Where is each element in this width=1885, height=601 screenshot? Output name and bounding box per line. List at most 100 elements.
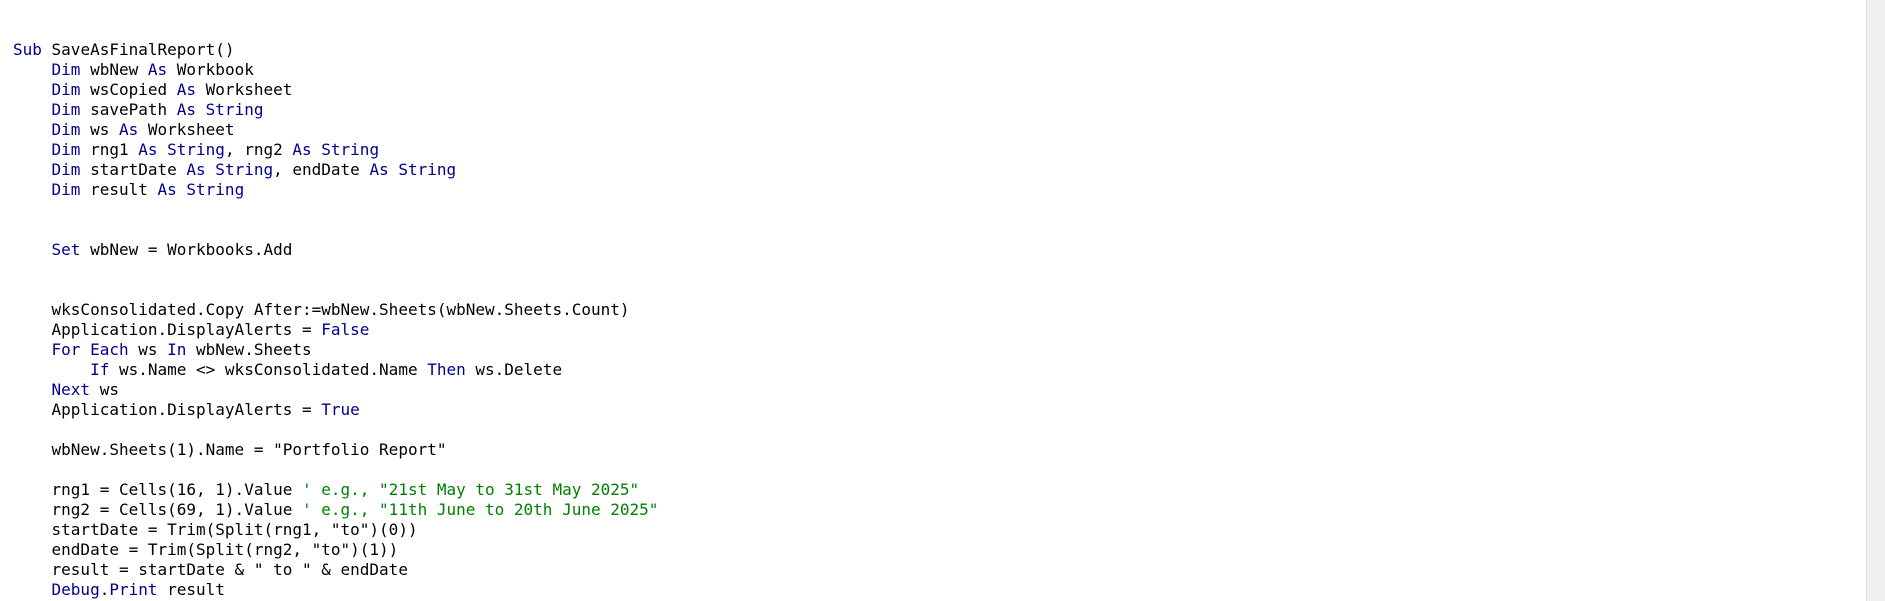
- code-line[interactable]: For Each ws In wbNew.Sheets: [13, 340, 658, 360]
- code-text-token: endDate = Trim(Split(rng2, "to")(1)): [13, 540, 399, 559]
- code-keyword: Set: [51, 240, 81, 259]
- code-line[interactable]: Set wbNew = Workbooks.Add: [13, 240, 658, 260]
- code-line[interactable]: Dim wsCopied As Worksheet: [13, 80, 658, 100]
- code-line[interactable]: [13, 200, 658, 220]
- code-text-token: , rng2: [224, 140, 293, 159]
- code-line[interactable]: Application.DisplayAlerts = True: [13, 400, 658, 420]
- code-line[interactable]: Next ws: [13, 380, 658, 400]
- code-text-token: , endDate: [273, 160, 370, 179]
- code-line[interactable]: Sub SaveAsFinalReport(): [13, 40, 658, 60]
- code-line[interactable]: [13, 420, 658, 440]
- code-text-token: startDate = Trim(Split(rng1, "to")(0)): [13, 520, 418, 539]
- code-line[interactable]: wksConsolidated.Copy After:=wbNew.Sheets…: [13, 300, 658, 320]
- code-text-token: rng2 = Cells(69, 1).Value: [13, 500, 302, 519]
- code-text-token: ws.Delete: [465, 360, 563, 379]
- code-keyword: True: [321, 400, 360, 419]
- code-text-token: rng1: [80, 140, 139, 159]
- code-text-token: ws: [128, 340, 168, 359]
- code-text-token: ws: [90, 380, 119, 399]
- code-keyword: As String: [176, 100, 264, 119]
- code-keyword: Dim: [51, 160, 81, 179]
- code-keyword: Next: [51, 380, 91, 399]
- code-text-token: result: [157, 580, 225, 599]
- code-keyword: As: [147, 60, 168, 79]
- code-line[interactable]: Dim ws As Worksheet: [13, 120, 658, 140]
- code-editor[interactable]: Sub SaveAsFinalReport() Dim wbNew As Wor…: [0, 0, 1866, 601]
- code-keyword: As String: [369, 160, 457, 179]
- code-line[interactable]: result = startDate & " to " & endDate: [13, 560, 658, 580]
- code-text-token: result = startDate & " to " & endDate: [13, 560, 408, 579]
- code-keyword: If: [90, 360, 110, 379]
- code-text-token: Application.DisplayAlerts =: [13, 400, 322, 419]
- code-line[interactable]: [13, 260, 658, 280]
- code-text-token: wbNew.Sheets(1).Name = "Portfolio Report…: [13, 440, 447, 459]
- code-line[interactable]: Dim wbNew As Workbook: [13, 60, 658, 80]
- code-keyword: As: [118, 120, 139, 139]
- code-text-token: SaveAsFinalReport(): [41, 40, 235, 59]
- code-text-token: wksConsolidated.Copy After:=wbNew.Sheets…: [13, 300, 630, 319]
- code-text[interactable]: Sub SaveAsFinalReport() Dim wbNew As Wor…: [13, 40, 658, 600]
- code-line[interactable]: endDate = Trim(Split(rng2, "to")(1)): [13, 540, 658, 560]
- code-line[interactable]: rng1 = Cells(16, 1).Value ' e.g., "21st …: [13, 480, 658, 500]
- code-keyword: Dim: [51, 80, 81, 99]
- code-text-token: Worksheet: [196, 80, 293, 99]
- code-keyword: As: [176, 80, 197, 99]
- code-line[interactable]: Dim savePath As String: [13, 100, 658, 120]
- code-keyword: Print: [109, 580, 158, 599]
- code-keyword: As String: [292, 140, 380, 159]
- code-keyword: Dim: [51, 60, 81, 79]
- code-line[interactable]: Debug.Print result: [13, 580, 658, 600]
- code-text-token: rng1 = Cells(16, 1).Value: [13, 480, 302, 499]
- code-comment: ' e.g., "21st May to 31st May 2025": [301, 480, 640, 499]
- code-text-token: ws.Name <> wksConsolidated.Name: [109, 360, 428, 379]
- code-line[interactable]: Dim result As String: [13, 180, 658, 200]
- code-text-token: .: [99, 580, 110, 599]
- code-text-token: wbNew.Sheets: [186, 340, 312, 359]
- code-keyword: Debug: [51, 580, 100, 599]
- code-line[interactable]: [13, 220, 658, 240]
- code-text-token: ws: [80, 120, 119, 139]
- code-line[interactable]: startDate = Trim(Split(rng1, "to")(0)): [13, 520, 658, 540]
- code-text-token: result: [80, 180, 158, 199]
- code-line[interactable]: Dim startDate As String, endDate As Stri…: [13, 160, 658, 180]
- code-text-token: wbNew = Workbooks.Add: [80, 240, 293, 259]
- code-line[interactable]: Application.DisplayAlerts = False: [13, 320, 658, 340]
- code-keyword: False: [321, 320, 370, 339]
- code-line[interactable]: rng2 = Cells(69, 1).Value ' e.g., "11th …: [13, 500, 659, 520]
- code-text-token: wbNew: [80, 60, 148, 79]
- code-text-token: wsCopied: [80, 80, 177, 99]
- code-keyword: As String: [138, 140, 225, 159]
- code-keyword: Dim: [51, 140, 81, 159]
- code-text-token: startDate: [80, 160, 187, 179]
- code-keyword: As String: [157, 180, 245, 199]
- code-line[interactable]: If ws.Name <> wksConsolidated.Name Then …: [13, 360, 658, 380]
- code-comment: ' e.g., "11th June to 20th June 2025": [301, 500, 659, 519]
- code-line[interactable]: [13, 460, 658, 480]
- code-keyword: Dim: [51, 120, 81, 139]
- code-keyword: In: [167, 340, 187, 359]
- code-line[interactable]: wbNew.Sheets(1).Name = "Portfolio Report…: [13, 440, 658, 460]
- vertical-scrollbar[interactable]: [1866, 0, 1885, 601]
- code-text-token: Workbook: [167, 60, 254, 79]
- code-line[interactable]: Dim rng1 As String, rng2 As String: [13, 140, 658, 160]
- code-keyword: For Each: [51, 340, 129, 359]
- code-keyword: Dim: [51, 100, 81, 119]
- code-text-token: savePath: [80, 100, 177, 119]
- code-text-token: Worksheet: [138, 120, 235, 139]
- code-keyword: Sub: [13, 40, 42, 59]
- code-keyword: Then: [427, 360, 466, 379]
- code-keyword: Dim: [51, 180, 81, 199]
- code-line[interactable]: [13, 280, 658, 300]
